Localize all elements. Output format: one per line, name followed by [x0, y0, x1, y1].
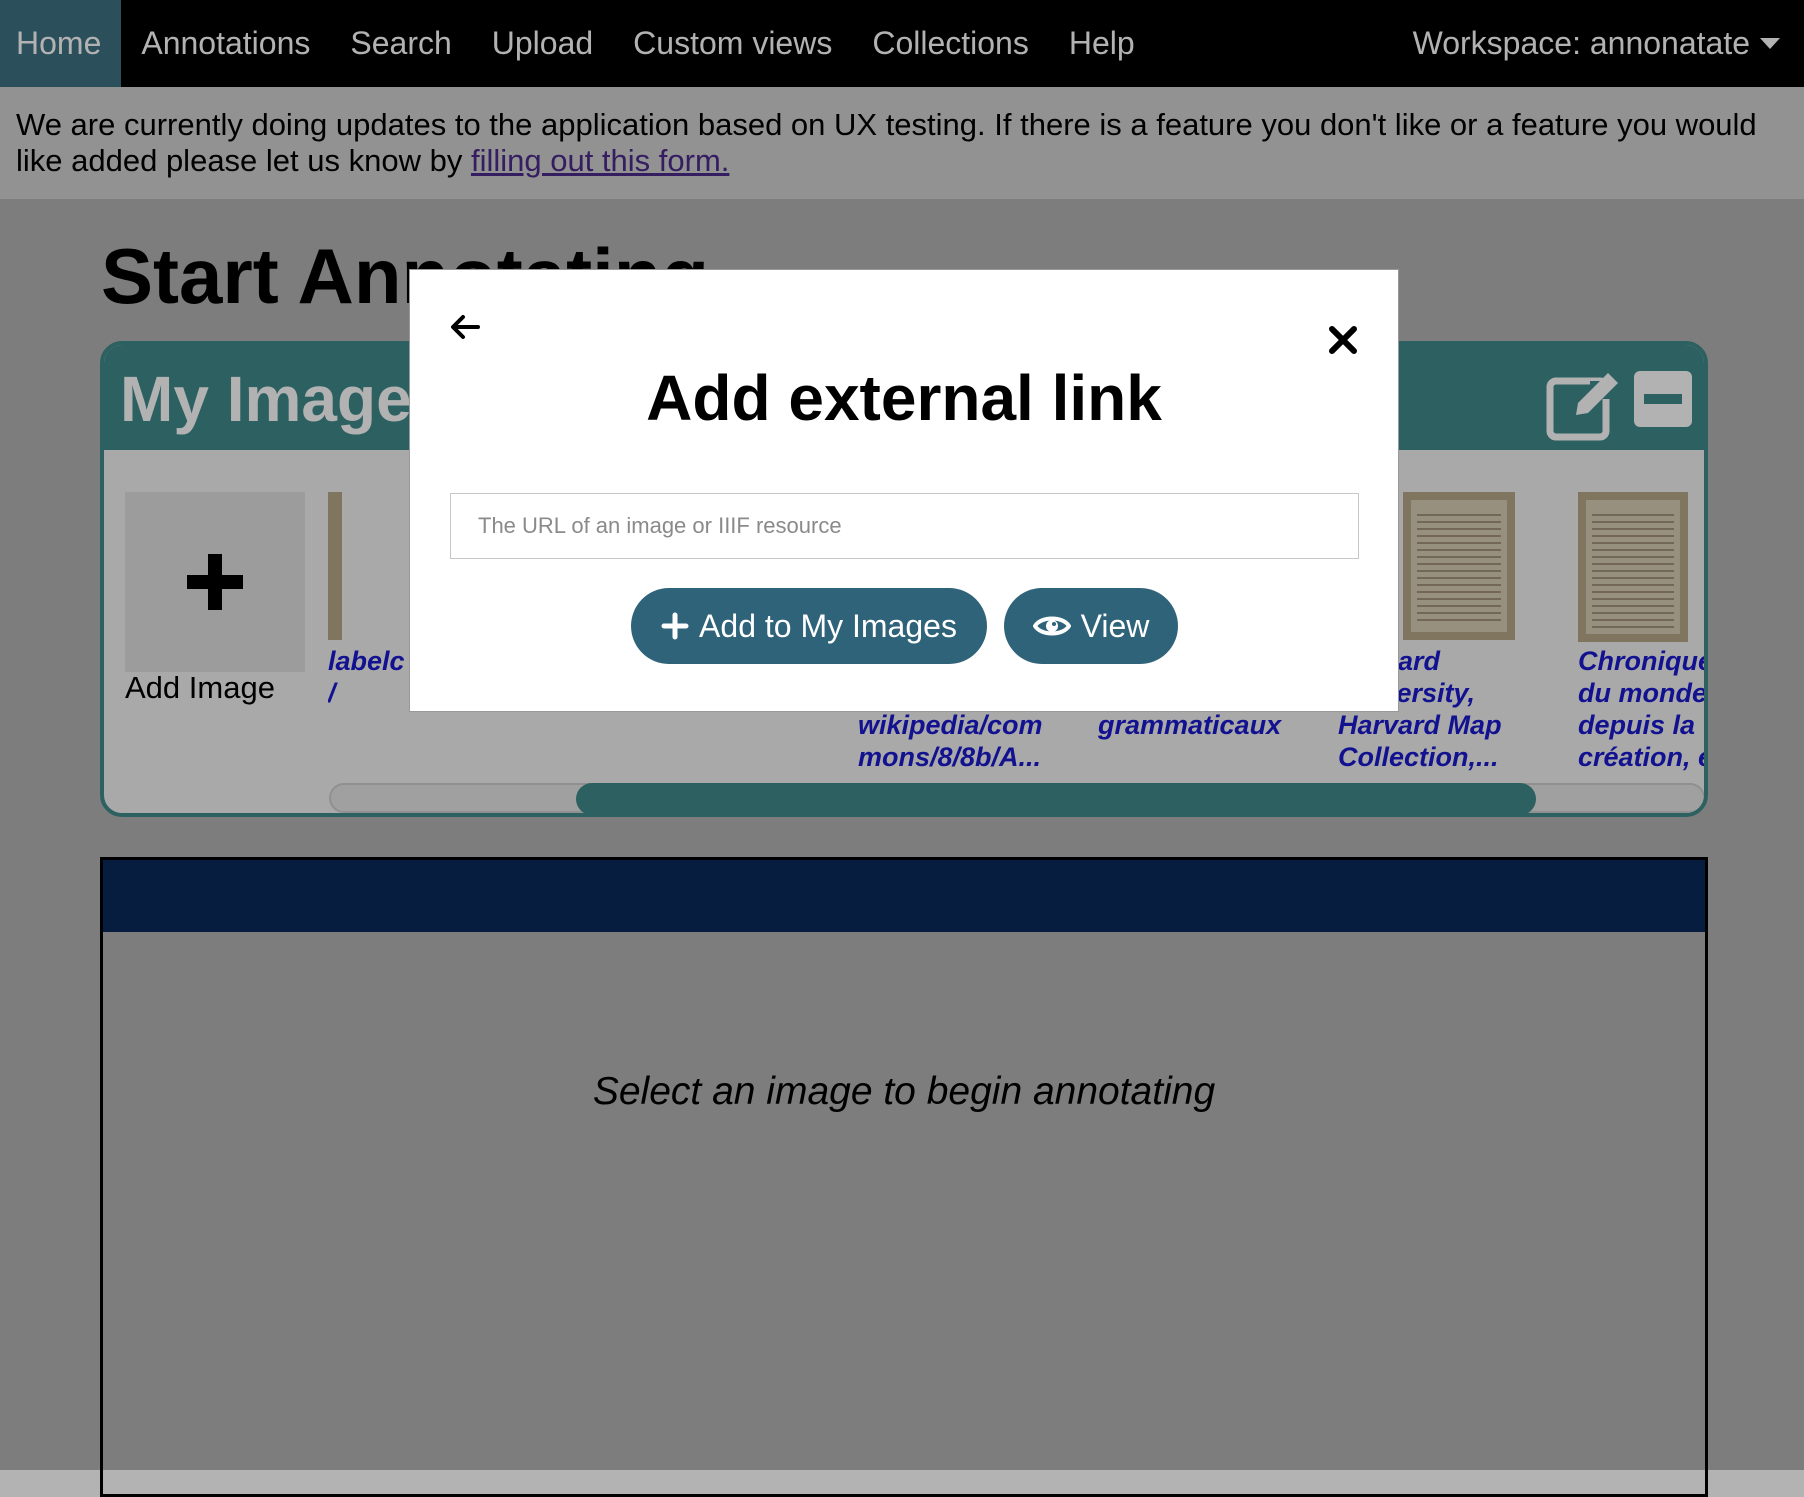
- view-button[interactable]: View: [1004, 588, 1178, 664]
- eye-icon: [1032, 616, 1071, 636]
- close-icon[interactable]: [1327, 324, 1359, 356]
- url-input[interactable]: [450, 493, 1359, 559]
- arrow-left-icon[interactable]: [448, 310, 482, 344]
- modal-title: Add external link: [646, 362, 1162, 434]
- add-to-my-images-button[interactable]: Add to My Images: [631, 588, 987, 664]
- add-button-label: Add to My Images: [699, 607, 957, 644]
- modal-backdrop[interactable]: [0, 0, 1804, 1470]
- add-external-link-modal: Add external link Add to My Images View: [409, 269, 1399, 712]
- view-button-label: View: [1080, 607, 1150, 644]
- plus-icon: [661, 612, 689, 640]
